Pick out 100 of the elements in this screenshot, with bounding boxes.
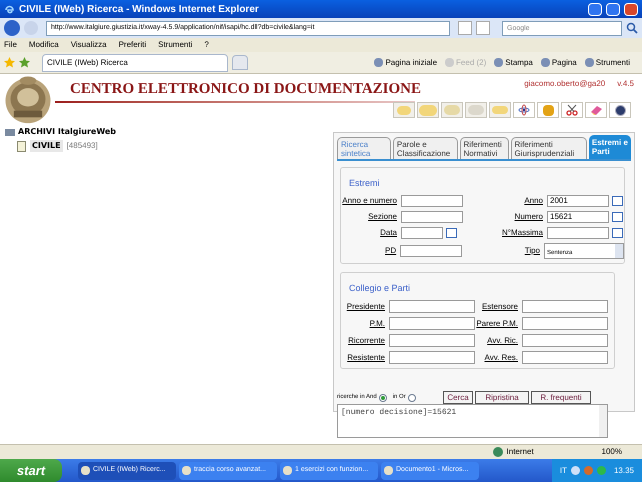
text-field[interactable]: [400, 245, 462, 257]
window-title: CIVILE (IWeb) Ricerca - Windows Internet Explorer: [19, 2, 260, 16]
star-icon[interactable]: [4, 57, 15, 68]
app-icon: [384, 466, 393, 475]
section-legend: Estremi: [347, 178, 382, 188]
field-label[interactable]: Resistente: [341, 352, 389, 364]
scrollbar[interactable]: [599, 405, 607, 437]
field-label[interactable]: Tipo: [498, 245, 544, 257]
text-field[interactable]: [401, 195, 463, 207]
scissors-toolbar-button[interactable]: [561, 102, 583, 118]
field-label[interactable]: Anno e numero: [341, 195, 401, 207]
toolbar-command[interactable]: Pagina iniziale: [374, 56, 438, 68]
oval-toolbar-button[interactable]: [393, 102, 415, 118]
text-field[interactable]: [389, 317, 475, 330]
text-field[interactable]: [389, 351, 475, 364]
stop-button[interactable]: [476, 21, 490, 35]
toolbar-command[interactable]: Stampa: [494, 56, 533, 68]
field-label[interactable]: Estensore: [475, 300, 522, 312]
radio-button[interactable]: [378, 394, 387, 402]
zoom-level[interactable]: 100%: [602, 446, 622, 458]
text-field[interactable]: [547, 227, 609, 239]
field-label[interactable]: Anno: [501, 195, 547, 207]
record-count: [485493]: [66, 140, 98, 152]
field-label[interactable]: PD: [341, 245, 400, 257]
field-label[interactable]: Parere P.M.: [475, 318, 522, 330]
field-label[interactable]: Ricorrente: [341, 334, 389, 346]
field-label[interactable]: Numero: [501, 211, 547, 223]
tab[interactable]: Riferimenti Normativi: [460, 137, 509, 159]
tab[interactable]: Parole e Classificazione: [392, 137, 458, 159]
search-icon[interactable]: [626, 22, 638, 34]
field-label[interactable]: Sezione: [341, 211, 401, 223]
toolbar-command[interactable]: Pagina: [540, 56, 577, 68]
oval-toolbar-button[interactable]: [417, 102, 439, 118]
help-toolbar-button[interactable]: [609, 102, 631, 118]
form-button[interactable]: Ripristina: [475, 391, 529, 404]
document-icon: [17, 140, 26, 152]
command-icon: [540, 58, 550, 67]
scissors-icon: [566, 104, 578, 116]
tree-root[interactable]: ARCHIVI ItalgiureWeb: [18, 126, 116, 138]
add-favorite-icon[interactable]: [19, 57, 30, 68]
menu-item[interactable]: Strumenti: [158, 39, 192, 51]
command-icon: [584, 58, 594, 67]
text-field[interactable]: [401, 227, 443, 239]
text-field[interactable]: [401, 211, 463, 223]
maximize-button[interactable]: [606, 2, 620, 16]
refresh-button[interactable]: [458, 21, 472, 35]
striped-oval-toolbar-button[interactable]: [465, 102, 487, 118]
text-field[interactable]: [522, 334, 608, 347]
tab[interactable]: Riferimenti Giurisprudenziali: [510, 137, 587, 159]
minimize-button[interactable]: [588, 2, 602, 16]
text-field[interactable]: [389, 300, 475, 313]
toolbar-command[interactable]: Strumenti: [584, 56, 630, 68]
new-tab-button[interactable]: [232, 55, 248, 70]
swap-icon[interactable]: [612, 212, 623, 222]
swap-icon[interactable]: [612, 228, 623, 238]
archive-icon: [5, 128, 15, 136]
browser-logo-icon: [4, 4, 15, 14]
app-icon: [182, 466, 191, 475]
radio-button[interactable]: [408, 394, 416, 402]
menu-item[interactable]: Preferiti: [118, 39, 146, 51]
form-button[interactable]: Cerca: [443, 391, 473, 404]
page-title: CENTRO ELETTRONICO DI DOCUMENTAZIONE: [70, 80, 422, 99]
menu-item[interactable]: Modifica: [28, 39, 59, 51]
field-label[interactable]: N°Massima: [501, 227, 547, 239]
text-field[interactable]: [389, 334, 475, 347]
back-button[interactable]: [4, 20, 20, 36]
field-label[interactable]: Presidente: [341, 300, 389, 312]
text-field[interactable]: [522, 317, 608, 330]
text-field[interactable]: [522, 300, 608, 313]
field-label[interactable]: P.M.: [341, 318, 389, 330]
command-icon: [494, 58, 504, 67]
swap-icon[interactable]: [612, 196, 623, 206]
tree-item[interactable]: CIVILE: [30, 140, 63, 152]
tab[interactable]: Ricerca sintetica: [337, 137, 391, 159]
atom-icon: [518, 104, 530, 116]
striped-oval-toolbar-button[interactable]: [441, 102, 463, 118]
start-button[interactable]: start: [0, 459, 62, 482]
atom-toolbar-button[interactable]: [513, 102, 535, 118]
language-indicator[interactable]: IT: [560, 464, 567, 476]
menu-item[interactable]: Visualizza: [70, 39, 107, 51]
globe-icon: [492, 447, 503, 457]
version-label: v.4.5: [617, 78, 634, 90]
browser-tab[interactable]: CIVILE (IWeb) Ricerca: [42, 54, 228, 72]
app-icon: [81, 466, 90, 475]
security-zone: Internet: [506, 446, 535, 458]
eraser-icon: [590, 105, 602, 115]
form-button[interactable]: R. frequenti: [531, 391, 591, 404]
text-field[interactable]: [522, 351, 608, 364]
clock: 13.35: [614, 464, 634, 476]
field-label[interactable]: Avv. Res.: [475, 352, 522, 364]
tab[interactable]: Estremi e Parti: [588, 135, 631, 159]
field-label[interactable]: Avv. Ric.: [475, 334, 522, 346]
swap-icon[interactable]: [446, 228, 457, 238]
menu-item[interactable]: ?: [204, 39, 209, 51]
command-icon: [445, 58, 454, 67]
close-button[interactable]: [624, 2, 638, 16]
text-field[interactable]: 2001: [547, 195, 609, 207]
menu-item[interactable]: File: [4, 39, 17, 51]
text-field[interactable]: 15621: [547, 211, 609, 223]
field-label[interactable]: Data: [341, 227, 401, 239]
